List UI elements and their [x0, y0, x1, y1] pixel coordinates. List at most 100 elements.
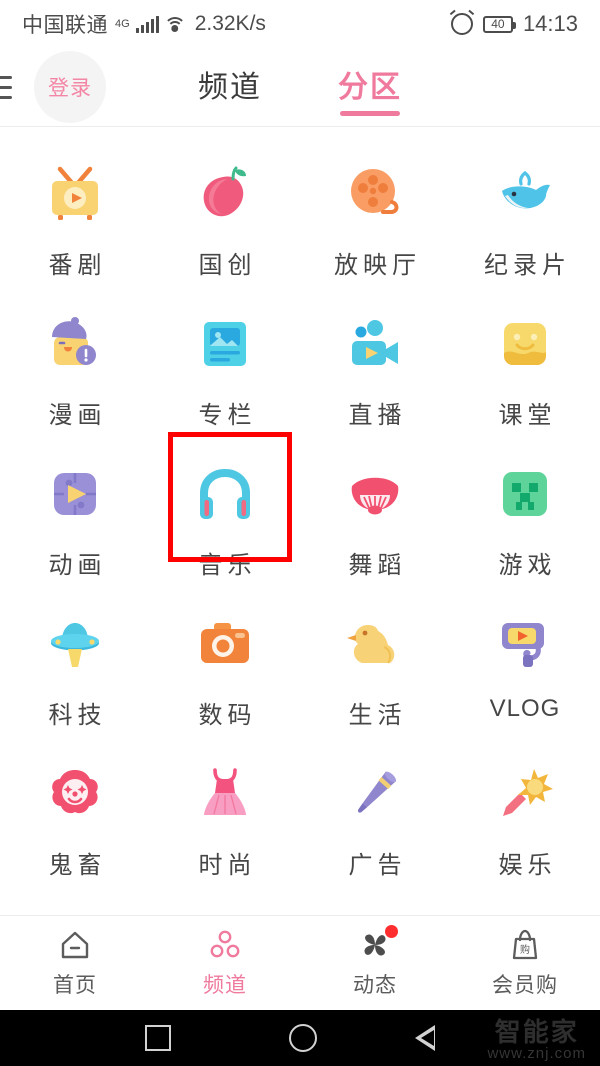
android-navigation-bar: 智能家 www.znj.com: [0, 1010, 600, 1066]
duck-icon: [338, 607, 412, 681]
category-label: VLOG: [489, 695, 561, 722]
network-speed: 2.32K/s: [194, 12, 266, 35]
category-grid: 番剧 国创 放映厅 纪录片 漫画 专栏 直播 课堂 动画 音乐 舞蹈 游戏 科技…: [0, 127, 600, 1043]
clock-label: 14:13: [522, 11, 578, 36]
dress-icon: [188, 757, 262, 831]
svg-text:购: 购: [520, 943, 530, 956]
nav-item-mall[interactable]: 购 会员购: [450, 928, 600, 999]
creeper-face-icon: [488, 457, 562, 531]
square-recents-icon[interactable]: [145, 1025, 171, 1051]
status-bar-right: 40 14:13: [450, 11, 578, 37]
tab-channel[interactable]: 频道: [198, 62, 262, 112]
category-item-fangyingting[interactable]: 放映厅: [300, 143, 450, 293]
headphones-icon: [188, 457, 262, 531]
peach-icon: [188, 157, 262, 231]
site-watermark: 智能家 www.znj.com: [487, 1016, 586, 1063]
category-item-shuma[interactable]: 数码: [150, 593, 300, 743]
puzzle-play-icon: [38, 457, 112, 531]
category-item-ketang[interactable]: 课堂: [450, 293, 600, 443]
category-item-zhuanlan[interactable]: 专栏: [150, 293, 300, 443]
network-type-label: 4G: [115, 18, 130, 30]
category-item-keji[interactable]: 科技: [0, 593, 150, 743]
login-label: 登录: [48, 77, 92, 100]
category-item-yule[interactable]: 娱乐: [450, 743, 600, 893]
nav-label: 动态: [353, 973, 397, 997]
category-label: 纪录片: [484, 252, 571, 279]
signal-bars-icon: [135, 15, 159, 33]
watermark-title: 智能家: [494, 1016, 579, 1047]
alarm-icon: [450, 13, 473, 35]
video-camera-icon: [338, 307, 412, 381]
category-item-manhua[interactable]: 漫画: [0, 293, 150, 443]
category-item-guichu[interactable]: 鬼畜: [0, 743, 150, 893]
status-bar-left: 中国联通 4G 2.32K/s: [22, 9, 266, 39]
category-label: 生活: [348, 702, 407, 729]
phone-screen: 中国联通 4G 2.32K/s 40 14:13 登录 频道 分区 番剧 国创 …: [0, 0, 600, 1066]
nav-item-dynamic[interactable]: 动态: [300, 924, 450, 999]
battery-level-label: 40: [491, 17, 505, 31]
category-label: 放映厅: [334, 252, 421, 279]
hamburger-menu-icon[interactable]: [0, 75, 26, 99]
category-label: 广告: [348, 852, 407, 879]
bottom-navigation-bar: 首页 频道 动态 购 会员购: [0, 915, 600, 1010]
category-label: 鬼畜: [48, 852, 107, 879]
battery-icon: 40: [482, 15, 516, 33]
category-item-yinyue[interactable]: 音乐: [150, 443, 300, 593]
tab-category[interactable]: 分区: [338, 62, 402, 116]
category-label: 舞蹈: [348, 552, 407, 579]
category-item-guochuang[interactable]: 国创: [150, 143, 300, 293]
megaphone-icon: [338, 757, 412, 831]
clown-icon: [38, 757, 112, 831]
category-item-vlog[interactable]: VLOG: [450, 593, 600, 743]
category-item-zhibo[interactable]: 直播: [300, 293, 450, 443]
article-icon: [188, 307, 262, 381]
smiley-square-icon: [488, 307, 562, 381]
wifi-icon: [163, 16, 186, 32]
app-header: 登录 频道 分区: [0, 48, 600, 126]
status-bar: 中国联通 4G 2.32K/s 40 14:13: [0, 0, 600, 48]
category-item-shishang[interactable]: 时尚: [150, 743, 300, 893]
category-item-jilupian[interactable]: 纪录片: [450, 143, 600, 293]
category-item-fanju[interactable]: 番剧: [0, 143, 150, 293]
category-label: 国创: [198, 252, 257, 279]
pinwheel-icon: [358, 924, 398, 962]
nav-label: 频道: [203, 973, 247, 997]
channel-circles-icon: [208, 928, 242, 962]
camera-icon: [188, 607, 262, 681]
category-label: 游戏: [498, 552, 557, 579]
nav-item-home[interactable]: 首页: [0, 928, 150, 999]
category-label: 娱乐: [498, 852, 557, 879]
manga-character-icon: [38, 307, 112, 381]
selfie-stick-camera-icon: [488, 607, 562, 681]
nav-item-channel[interactable]: 频道: [150, 928, 300, 999]
nav-label: 会员购: [492, 973, 558, 997]
star-wand-icon: [488, 757, 562, 831]
category-label: 时尚: [198, 852, 257, 879]
login-button[interactable]: 登录: [34, 51, 106, 123]
triangle-back-icon[interactable]: [415, 1025, 455, 1051]
category-item-donghua[interactable]: 动画: [0, 443, 150, 593]
watermark-url: www.znj.com: [487, 1045, 586, 1063]
category-item-youxi[interactable]: 游戏: [450, 443, 600, 593]
category-label: 专栏: [198, 402, 257, 429]
category-label: 动画: [48, 552, 107, 579]
category-item-shenghuo[interactable]: 生活: [300, 593, 450, 743]
category-item-wudao[interactable]: 舞蹈: [300, 443, 450, 593]
category-item-guanggao[interactable]: 广告: [300, 743, 450, 893]
category-label: 科技: [48, 702, 107, 729]
nav-label: 首页: [53, 973, 97, 997]
category-label: 数码: [198, 702, 257, 729]
category-label: 番剧: [48, 252, 107, 279]
ufo-icon: [38, 607, 112, 681]
whale-icon: [488, 157, 562, 231]
home-icon: [58, 928, 92, 962]
notification-badge: [385, 924, 398, 938]
category-label: 直播: [348, 402, 407, 429]
circle-home-icon[interactable]: [289, 1024, 317, 1052]
film-reel-icon: [338, 157, 412, 231]
category-label: 漫画: [48, 402, 107, 429]
tv-icon: [38, 157, 112, 231]
folding-fan-icon: [338, 457, 412, 531]
shopping-bag-icon: 购: [508, 928, 542, 962]
category-label: 课堂: [498, 402, 557, 429]
